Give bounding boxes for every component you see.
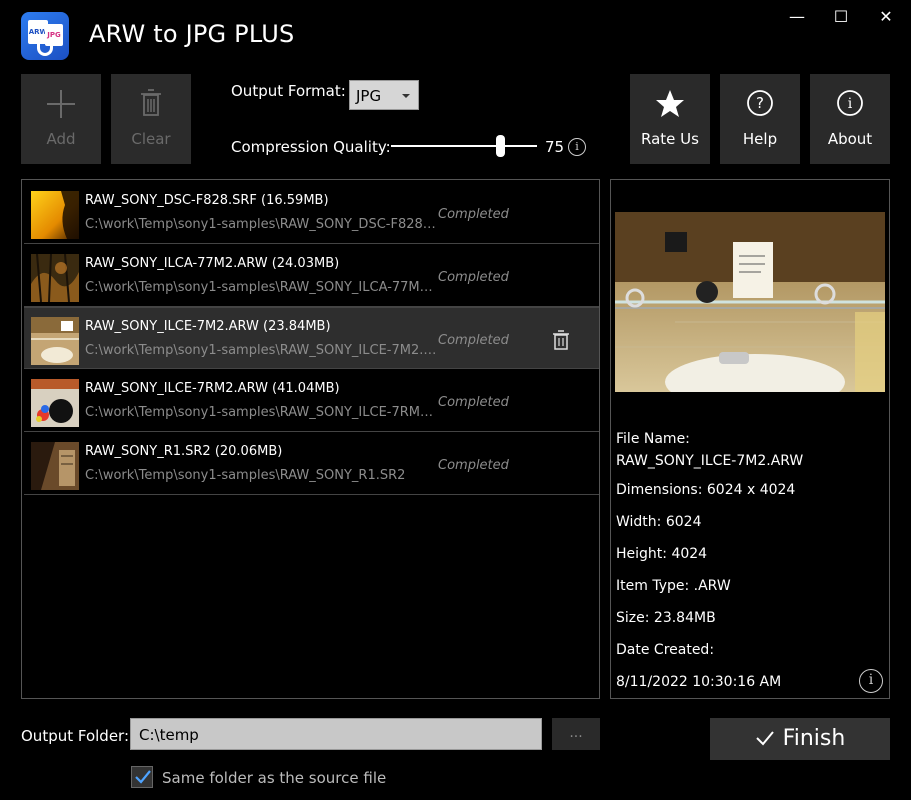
file-name: RAW_SONY_ILCA-77M2.ARW (24.03MB) [85, 256, 340, 271]
help-button[interactable]: ? Help [720, 74, 800, 164]
info-icon[interactable]: i [568, 138, 586, 156]
checkmark-icon [135, 770, 151, 784]
output-format-label: Output Format: [231, 82, 346, 100]
compression-slider-track[interactable] [391, 145, 537, 147]
same-folder-checkbox[interactable] [131, 766, 153, 788]
file-status: Completed [438, 207, 509, 222]
file-status: Completed [438, 333, 509, 348]
question-icon: ? [747, 90, 773, 116]
file-status: Completed [438, 270, 509, 285]
compression-slider-thumb[interactable] [496, 135, 505, 157]
svg-text:?: ? [756, 94, 764, 112]
maximize-button[interactable]: ☐ [830, 6, 852, 28]
browse-folder-button[interactable]: ... [552, 718, 600, 750]
plus-icon [47, 90, 75, 118]
chevron-down-icon [402, 94, 410, 98]
detail-file-name-label: File Name: [616, 431, 690, 447]
info-circle-icon: i [837, 90, 863, 116]
clear-button-label: Clear [131, 130, 171, 148]
file-row[interactable]: RAW_SONY_R1.SR2 (20.06MB) C:\work\Temp\s… [24, 433, 599, 495]
file-name: RAW_SONY_ILCE-7RM2.ARW (41.04MB) [85, 381, 340, 396]
file-path: C:\work\Temp\sony1-samples\RAW_SONY_ILCE… [85, 343, 437, 358]
add-button[interactable]: Add [21, 74, 101, 164]
compression-quality-label: Compression Quality: [231, 138, 391, 156]
remove-file-trash-icon[interactable] [552, 330, 570, 350]
file-thumbnail [31, 191, 79, 239]
output-folder-input[interactable]: C:\temp [130, 718, 542, 750]
finish-button-label: Finish [782, 726, 846, 751]
compression-quality-value: 75 [545, 138, 565, 156]
app-logo: ARW JPG [21, 12, 69, 60]
file-path: C:\work\Temp\sony1-samples\RAW_SONY_ILCE… [85, 405, 437, 420]
clear-button[interactable]: Clear [111, 74, 191, 164]
detail-item-type: Item Type: .ARW [616, 578, 731, 594]
minimize-button[interactable]: — [786, 6, 808, 28]
detail-height: Height: 4024 [616, 546, 708, 562]
file-row[interactable]: RAW_SONY_DSC-F828.SRF (16.59MB) C:\work\… [24, 182, 599, 244]
file-name: RAW_SONY_R1.SR2 (20.06MB) [85, 444, 283, 459]
help-label: Help [742, 130, 778, 148]
trash-icon [141, 89, 161, 116]
file-status: Completed [438, 395, 509, 410]
file-name: RAW_SONY_DSC-F828.SRF (16.59MB) [85, 193, 329, 208]
output-format-value: JPG [356, 87, 382, 105]
file-path: C:\work\Temp\sony1-samples\RAW_SONY_R1.S… [85, 468, 406, 483]
detail-width: Width: 6024 [616, 514, 702, 530]
app-title: ARW to JPG PLUS [89, 20, 295, 48]
about-button[interactable]: i About [810, 74, 890, 164]
image-preview [615, 212, 885, 392]
finish-button[interactable]: Finish [710, 718, 890, 760]
file-thumbnail [31, 317, 79, 365]
file-thumbnail [31, 379, 79, 427]
file-path: C:\work\Temp\sony1-samples\RAW_SONY_DSC-… [85, 217, 437, 232]
close-button[interactable]: ✕ [875, 6, 897, 28]
rate-us-label: Rate Us [641, 130, 699, 148]
detail-date-created-label: Date Created: [616, 642, 715, 658]
star-icon [656, 90, 684, 117]
file-status: Completed [438, 458, 509, 473]
detail-file-name-value: RAW_SONY_ILCE-7M2.ARW [616, 453, 804, 469]
file-name: RAW_SONY_ILCE-7M2.ARW (23.84MB) [85, 319, 331, 334]
file-row[interactable]: RAW_SONY_ILCE-7RM2.ARW (41.04MB) C:\work… [24, 370, 599, 432]
file-path: C:\work\Temp\sony1-samples\RAW_SONY_ILCA… [85, 280, 437, 295]
detail-size: Size: 23.84MB [616, 610, 716, 626]
detail-date-created-value: 8/11/2022 10:30:16 AM [616, 674, 782, 690]
file-list[interactable]: RAW_SONY_DSC-F828.SRF (16.59MB) C:\work\… [21, 179, 600, 699]
details-info-icon[interactable]: i [859, 669, 883, 693]
same-folder-label[interactable]: Same folder as the source file [162, 769, 386, 787]
file-thumbnail [31, 442, 79, 490]
file-thumbnail [31, 254, 79, 302]
file-details-panel: File Name: RAW_SONY_ILCE-7M2.ARW Dimensi… [610, 179, 890, 699]
about-label: About [827, 130, 873, 148]
file-row-selected[interactable]: RAW_SONY_ILCE-7M2.ARW (23.84MB) C:\work\… [24, 307, 599, 369]
checkmark-icon [755, 731, 774, 746]
add-button-label: Add [46, 130, 76, 148]
detail-dimensions: Dimensions: 6024 x 4024 [616, 482, 796, 498]
svg-text:i: i [848, 96, 853, 112]
file-row[interactable]: RAW_SONY_ILCA-77M2.ARW (24.03MB) C:\work… [24, 245, 599, 307]
convert-arrow-icon [37, 42, 53, 56]
output-format-select[interactable]: JPG [349, 80, 419, 110]
rate-us-button[interactable]: Rate Us [630, 74, 710, 164]
output-folder-label: Output Folder: [21, 727, 130, 745]
